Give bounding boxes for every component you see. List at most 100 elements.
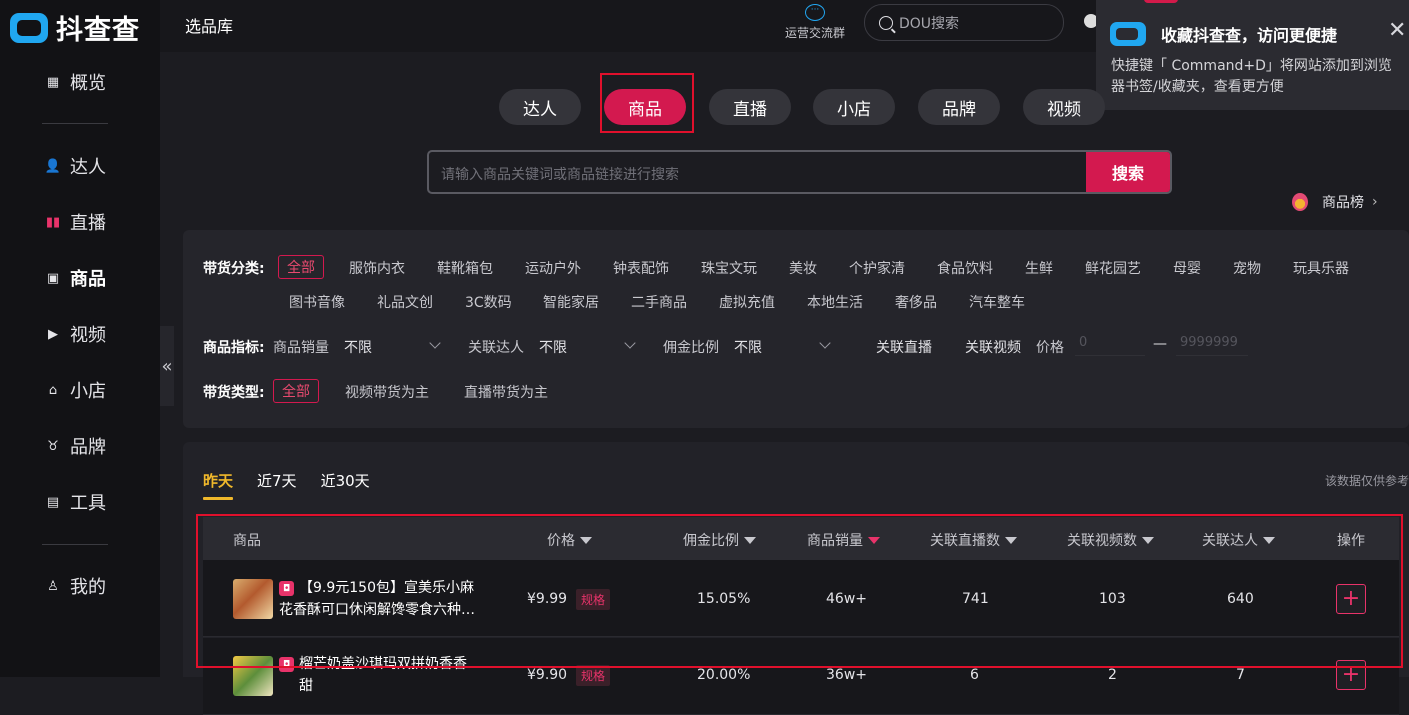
price-cell: ¥9.99 xyxy=(527,591,568,607)
category-option[interactable]: 宠物 xyxy=(1233,258,1261,278)
tab-brands[interactable]: 品牌 xyxy=(918,89,1000,125)
sidebar-item-label: 概览 xyxy=(70,73,106,94)
category-option[interactable]: 生鲜 xyxy=(1025,258,1053,278)
tab-creators[interactable]: 达人 xyxy=(499,89,581,125)
sidebar-collapse-button[interactable]: « xyxy=(160,326,174,406)
close-icon[interactable]: ✕ xyxy=(1388,20,1406,42)
col-sales[interactable]: 商品销量 xyxy=(807,530,880,550)
table-row[interactable]: ◘ 【9.9元150包】宣美乐小麻 花香酥可口休闲解馋零食六种口... ¥9.9… xyxy=(203,560,1399,637)
col-commission[interactable]: 佣金比例 xyxy=(683,530,756,550)
tab-7-days[interactable]: 近7天 xyxy=(257,470,297,491)
commission-select[interactable]: 不限 xyxy=(734,337,762,357)
add-button[interactable]: + xyxy=(1336,584,1366,614)
sort-down-icon xyxy=(1005,536,1017,544)
category-option[interactable]: 全部 xyxy=(278,255,324,279)
sidebar-item-label: 工具 xyxy=(70,493,106,514)
brand-icon: ♉ xyxy=(47,438,59,454)
user-group-icon: 👤 xyxy=(44,158,62,174)
type-option[interactable]: 直播带货为主 xyxy=(464,382,548,402)
shop-icon: ◘ xyxy=(279,581,294,596)
category-option[interactable]: 奢侈品 xyxy=(895,292,937,312)
tab-yesterday[interactable]: 昨天 xyxy=(203,470,234,500)
creators-select[interactable]: 不限 xyxy=(539,337,567,357)
sidebar-item-tools[interactable]: ▤ 工具 xyxy=(44,488,106,516)
commission-cell: 20.00% xyxy=(697,667,751,683)
video-toggle[interactable]: 关联视频 xyxy=(965,337,1021,357)
search-icon xyxy=(879,15,893,30)
page-title: 选品库 xyxy=(185,17,234,36)
price-min-input[interactable]: 0 xyxy=(1075,330,1145,356)
chevron-down-icon[interactable] xyxy=(624,337,636,349)
category-option[interactable]: 食品饮料 xyxy=(937,258,993,278)
product-name[interactable]: 榴芒奶盖沙琪玛双拼奶香香甜 xyxy=(299,653,479,697)
sidebar-item-overview[interactable]: ▦ 概览 xyxy=(44,68,106,96)
sort-down-icon xyxy=(580,536,592,544)
col-video[interactable]: 关联视频数 xyxy=(1067,530,1154,550)
tab-videos[interactable]: 视频 xyxy=(1023,89,1105,125)
col-creators[interactable]: 关联达人 xyxy=(1202,530,1275,550)
divider xyxy=(42,544,108,545)
spec-badge[interactable]: 规格 xyxy=(576,665,611,686)
category-option[interactable]: 本地生活 xyxy=(807,292,863,312)
col-product: 商品 xyxy=(233,533,261,549)
col-live[interactable]: 关联直播数 xyxy=(930,530,1017,550)
search-placeholder: 请输入商品关键词或商品链接进行搜索 xyxy=(441,167,679,183)
product-search-input[interactable]: 请输入商品关键词或商品链接进行搜索 搜索 xyxy=(427,150,1172,194)
category-option[interactable]: 母婴 xyxy=(1173,258,1201,278)
sidebar-item-creators[interactable]: 👤 达人 xyxy=(44,152,106,180)
category-option[interactable]: 汽车整车 xyxy=(969,292,1025,312)
creators-cell: 7 xyxy=(1236,667,1245,683)
rank-link-label: 商品榜 xyxy=(1322,195,1364,211)
category-option[interactable]: 二手商品 xyxy=(631,292,687,312)
category-option[interactable]: 礼品文创 xyxy=(377,292,433,312)
category-option[interactable]: 鲜花园艺 xyxy=(1085,258,1141,278)
sidebar-item-shops[interactable]: ⌂ 小店 xyxy=(44,376,106,404)
live-toggle[interactable]: 关联直播 xyxy=(876,337,932,357)
popup-desc: 快捷键「 Command+D」将网站添加到浏览器书签/收藏夹，查看更方便 xyxy=(1111,58,1392,95)
sidebar-item-mine[interactable]: ♙ 我的 xyxy=(44,572,106,600)
ops-group-link[interactable]: ··· 运营交流群 xyxy=(784,4,846,41)
tab-30-days[interactable]: 近30天 xyxy=(321,470,370,491)
sort-down-icon xyxy=(1263,536,1275,544)
product-rank-link[interactable]: 商品榜 › xyxy=(1292,192,1378,212)
sidebar-item-live[interactable]: ▮▮ 直播 xyxy=(44,208,106,236)
bookmark-popup: 收藏抖查查，访问更便捷 ✕ 快捷键「 Command+D」将网站添加到浏览器书签… xyxy=(1096,0,1409,110)
category-option[interactable]: 图书音像 xyxy=(289,292,345,312)
product-thumbnail[interactable] xyxy=(233,656,273,696)
category-option[interactable]: 虚拟充值 xyxy=(719,292,775,312)
category-option[interactable]: 美妆 xyxy=(789,258,817,278)
category-option[interactable]: 珠宝文玩 xyxy=(701,258,757,278)
sidebar-item-products[interactable]: ▣ 商品 xyxy=(44,264,106,292)
add-button[interactable]: + xyxy=(1336,660,1366,690)
sidebar-item-brands[interactable]: ♉ 品牌 xyxy=(44,432,106,460)
category-option[interactable]: 运动户外 xyxy=(525,258,581,278)
product-thumbnail[interactable] xyxy=(233,579,273,619)
category-option[interactable]: 个护家清 xyxy=(849,258,905,278)
sales-select[interactable]: 不限 xyxy=(344,337,372,357)
double-chevron-left-icon: « xyxy=(161,355,173,377)
spec-badge[interactable]: 规格 xyxy=(576,589,611,610)
type-option[interactable]: 视频带货为主 xyxy=(345,382,429,402)
product-name[interactable]: 【9.9元150包】宣美乐小麻 花香酥可口休闲解馋零食六种口... xyxy=(279,577,479,621)
chevron-down-icon[interactable] xyxy=(429,337,441,349)
tab-shops[interactable]: 小店 xyxy=(813,89,895,125)
dou-search-input[interactable]: DOU搜索 xyxy=(864,4,1064,41)
chevron-down-icon[interactable] xyxy=(819,337,831,349)
sidebar-item-videos[interactable]: ▶ 视频 xyxy=(44,320,106,348)
logo[interactable]: 抖查查 xyxy=(10,8,140,47)
category-option[interactable]: 3C数码 xyxy=(465,292,512,312)
type-option[interactable]: 全部 xyxy=(273,379,319,403)
search-button[interactable]: 搜索 xyxy=(1086,152,1170,192)
category-option[interactable]: 玩具乐器 xyxy=(1293,258,1349,278)
highlight-outline xyxy=(600,73,694,133)
category-option[interactable]: 鞋靴箱包 xyxy=(437,258,493,278)
tab-live[interactable]: 直播 xyxy=(709,89,791,125)
price-max-input[interactable]: 9999999 xyxy=(1176,330,1248,356)
sales-cell: 46w+ xyxy=(826,591,867,607)
category-option[interactable]: 智能家居 xyxy=(543,292,599,312)
chat-icon: ··· xyxy=(805,4,825,21)
price-label: 价格 xyxy=(1036,340,1064,356)
col-price[interactable]: 价格 xyxy=(547,530,592,550)
category-option[interactable]: 钟表配饰 xyxy=(613,258,669,278)
category-option[interactable]: 服饰内衣 xyxy=(349,258,405,278)
